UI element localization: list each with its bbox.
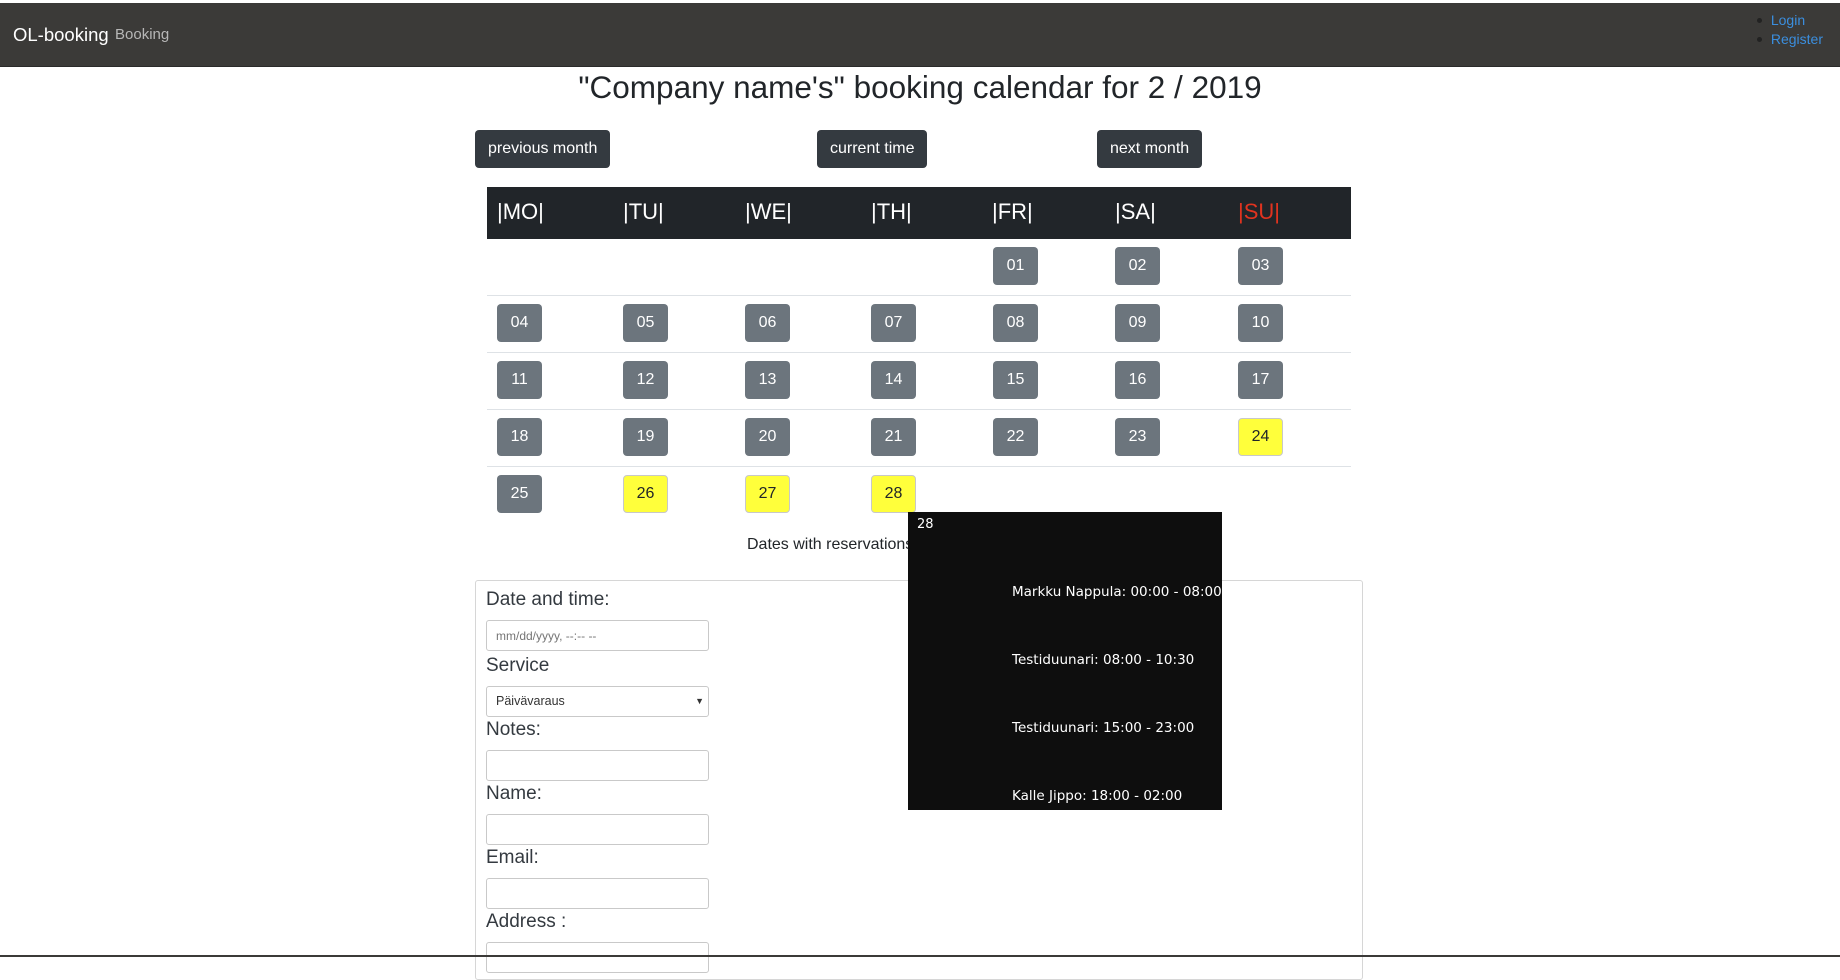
day-button-11[interactable]: 11: [497, 361, 542, 399]
tooltip-entry: Testiduunari: 15:00 - 23:00: [1012, 720, 1195, 736]
weekday-su: |SU|: [1238, 199, 1280, 224]
name-input[interactable]: [486, 814, 709, 845]
day-button-04[interactable]: 04: [497, 304, 542, 342]
weekday-sa: |SA|: [1115, 199, 1156, 224]
reservations-legend: Dates with reservations: [747, 536, 914, 553]
day-button-09[interactable]: 09: [1115, 304, 1160, 342]
day-button-20[interactable]: 20: [745, 418, 790, 456]
name-label: Name:: [486, 783, 542, 804]
service-label: Service: [486, 655, 550, 676]
day-button-13[interactable]: 13: [745, 361, 790, 399]
tooltip-entry: Testiduunari: 08:00 - 10:30: [1012, 652, 1195, 668]
navbar: OL-booking Booking Login Register: [0, 3, 1840, 67]
datetime-label: Date and time:: [486, 589, 610, 610]
reservations-tooltip: 28 Markku Nappula: 00:00 - 08:00 Testidu…: [908, 512, 1222, 810]
service-select[interactable]: Päivävaraus ▼: [486, 686, 709, 717]
day-button-05[interactable]: 05: [623, 304, 668, 342]
day-button-23[interactable]: 23: [1115, 418, 1160, 456]
day-button-24[interactable]: 24: [1238, 418, 1283, 456]
login-link[interactable]: Login: [1756, 11, 1823, 30]
notes-input[interactable]: [486, 750, 709, 781]
brand-link[interactable]: OL-booking: [13, 24, 109, 46]
datetime-input[interactable]: [486, 620, 709, 651]
notes-label: Notes:: [486, 719, 541, 740]
calendar-row-divider: [487, 466, 1351, 467]
previous-month-button[interactable]: previous month: [475, 130, 611, 168]
email-input[interactable]: [486, 878, 709, 909]
day-button-12[interactable]: 12: [623, 361, 668, 399]
weekday-we: |WE|: [745, 199, 792, 224]
day-button-08[interactable]: 08: [993, 304, 1038, 342]
address-label: Address :: [486, 911, 567, 932]
day-button-02[interactable]: 02: [1115, 247, 1160, 285]
weekday-th: |TH|: [871, 199, 912, 224]
calendar-header: |MO| |TU| |WE| |TH| |FR| |SA| |SU|: [487, 187, 1351, 239]
calendar-row-divider: [487, 352, 1351, 353]
address-input[interactable]: [486, 942, 709, 973]
nav-link-booking[interactable]: Booking: [115, 26, 169, 43]
chevron-down-icon: ▼: [695, 696, 704, 706]
current-time-button[interactable]: current time: [817, 130, 928, 168]
day-button-16[interactable]: 16: [1115, 361, 1160, 399]
day-button-25[interactable]: 25: [497, 475, 542, 513]
service-select-value: Päivävaraus: [496, 694, 565, 708]
day-button-28[interactable]: 28: [871, 475, 916, 513]
day-button-01[interactable]: 01: [993, 247, 1038, 285]
register-link[interactable]: Register: [1756, 30, 1823, 49]
calendar-row-divider: [487, 409, 1351, 410]
weekday-fr: |FR|: [992, 199, 1033, 224]
tooltip-entry: Kalle Jippo: 18:00 - 02:00: [1012, 788, 1183, 804]
weekday-mo: |MO|: [497, 199, 544, 224]
page-title: "Company name's" booking calendar for 2 …: [578, 69, 1262, 105]
day-button-06[interactable]: 06: [745, 304, 790, 342]
weekday-tu: |TU|: [623, 199, 664, 224]
day-button-10[interactable]: 10: [1238, 304, 1283, 342]
day-button-19[interactable]: 19: [623, 418, 668, 456]
day-button-21[interactable]: 21: [871, 418, 916, 456]
day-button-22[interactable]: 22: [993, 418, 1038, 456]
day-button-07[interactable]: 07: [871, 304, 916, 342]
tooltip-entry: Markku Nappula: 00:00 - 08:00: [1012, 584, 1222, 600]
calendar-row-divider: [487, 295, 1351, 296]
day-button-03[interactable]: 03: [1238, 247, 1283, 285]
auth-links: Login Register: [1756, 11, 1823, 49]
day-button-26[interactable]: 26: [623, 475, 668, 513]
day-button-18[interactable]: 18: [497, 418, 542, 456]
next-month-button[interactable]: next month: [1097, 130, 1203, 168]
tooltip-date: 28: [917, 517, 934, 532]
email-label: Email:: [486, 847, 539, 868]
day-button-15[interactable]: 15: [993, 361, 1038, 399]
day-button-17[interactable]: 17: [1238, 361, 1283, 399]
day-button-27[interactable]: 27: [745, 475, 790, 513]
day-button-14[interactable]: 14: [871, 361, 916, 399]
